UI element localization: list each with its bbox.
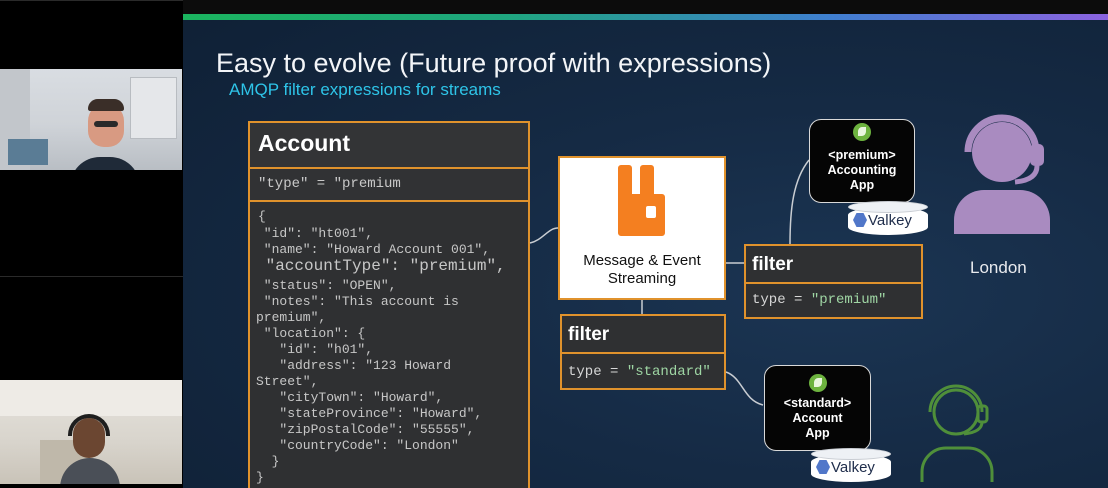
support-agent-outline-icon bbox=[920, 384, 994, 482]
spring-icon bbox=[809, 374, 827, 392]
valkey-store-standard: Valkey bbox=[811, 448, 891, 486]
app-label-line-2: Account bbox=[792, 411, 843, 425]
premium-accounting-app[interactable]: <premium> Accounting App bbox=[809, 119, 915, 203]
participant-1-shirt bbox=[70, 157, 140, 170]
headset-icon bbox=[68, 414, 110, 436]
premium-filter-header: filter bbox=[746, 246, 921, 284]
premium-filter-title: filter bbox=[752, 254, 794, 275]
support-agent-london-icon bbox=[954, 114, 1050, 234]
expression-value: "standard" bbox=[626, 364, 711, 380]
chair bbox=[8, 139, 48, 165]
broker-label-line-1: Message & Event bbox=[583, 252, 701, 269]
london-label: London bbox=[970, 258, 1027, 277]
expression-value: "premium" bbox=[810, 292, 887, 308]
app-label-line-1: <standard> bbox=[783, 396, 852, 410]
valkey-store-premium: Valkey bbox=[848, 201, 928, 239]
participant-1-hair bbox=[88, 99, 124, 111]
standard-filter-to-app-line bbox=[725, 371, 764, 406]
broker-label: Message & Event Streaming bbox=[560, 252, 724, 288]
participant-video-1[interactable] bbox=[0, 69, 182, 170]
app-label-line-3: App bbox=[805, 426, 830, 440]
valkey-label: Valkey bbox=[868, 212, 912, 229]
spring-icon bbox=[853, 123, 871, 141]
app-label-line-1: <premium> bbox=[828, 148, 896, 162]
rabbitmq-logo-icon bbox=[618, 165, 665, 236]
expression-prefix: type = bbox=[752, 292, 811, 308]
presentation-slide: Easy to evolve (Future proof with expres… bbox=[183, 0, 1108, 488]
standard-filter-expression: type = "standard" bbox=[568, 364, 711, 380]
participant-strip bbox=[0, 0, 183, 488]
standard-filter-title: filter bbox=[568, 324, 610, 345]
standard-account-app[interactable]: <standard> Account App bbox=[764, 365, 871, 451]
standard-filter-header: filter bbox=[562, 316, 724, 354]
standard-filter[interactable]: filter type = "standard" bbox=[560, 314, 726, 390]
premium-filter[interactable]: filter type = "premium" bbox=[744, 244, 923, 319]
window-frame bbox=[130, 77, 177, 139]
wall bbox=[0, 380, 182, 416]
account-to-broker-line bbox=[529, 227, 559, 244]
broker-label-line-2: Streaming bbox=[607, 270, 677, 287]
premium-filter-expression: type = "premium" bbox=[752, 292, 886, 308]
app-label-line-2: Accounting bbox=[827, 163, 897, 177]
participant-1-glasses bbox=[94, 121, 118, 127]
participant-video-2[interactable] bbox=[0, 380, 182, 484]
valkey-label: Valkey bbox=[831, 459, 875, 476]
app-label-line-3: App bbox=[849, 178, 875, 192]
premium-filter-to-app-line bbox=[789, 159, 810, 245]
expression-prefix: type = bbox=[568, 364, 627, 380]
message-streaming-broker[interactable]: Message & Event Streaming bbox=[558, 156, 726, 300]
